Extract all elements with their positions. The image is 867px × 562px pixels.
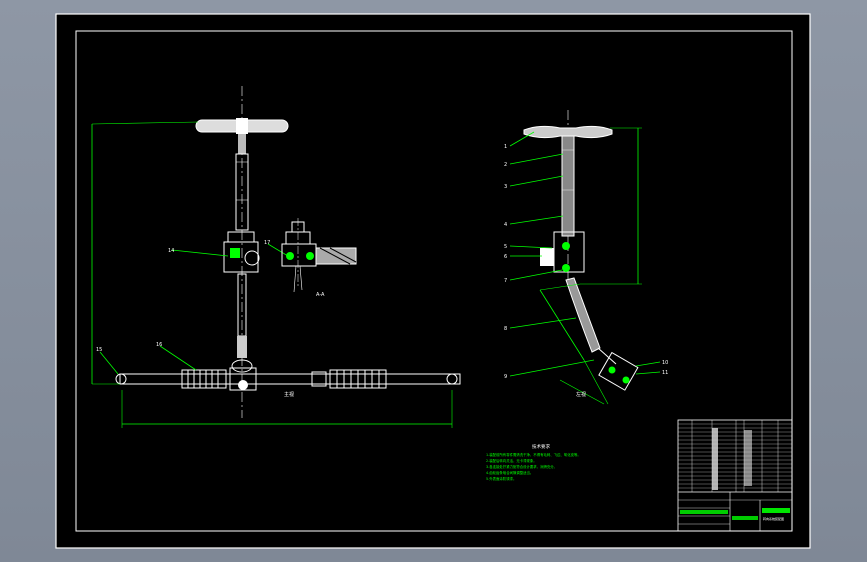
- drawing-canvas: 14 15 16 17 主视 A-A 1 2 3 4 5 6 7 8 9 10 …: [55, 13, 811, 549]
- bom-material-column: [744, 430, 752, 486]
- leader-number: 14: [168, 248, 174, 254]
- note-line: 1.装配前所有零件需清洗干净，不得有毛刺、飞边、氧化皮等。: [486, 452, 581, 457]
- note-line: 5.外表面涂防锈漆。: [486, 476, 516, 481]
- joint-marker: [622, 376, 630, 384]
- leader-number: 16: [156, 342, 162, 348]
- note-line: 4.齿轮齿条啮合间隙调整适当。: [486, 470, 533, 475]
- leader-number: 15: [96, 347, 102, 353]
- front-view-label: 主视: [284, 391, 294, 398]
- leader-number: 9: [504, 374, 507, 380]
- drawing-title: 转向系统装配图: [763, 516, 784, 521]
- wheel-hub: [236, 118, 248, 134]
- lower-shaft: [237, 336, 247, 358]
- signature-block: [680, 510, 728, 514]
- note-line: 3.各连接处拧紧力矩符合设计要求，润滑充分。: [486, 464, 557, 469]
- column-bracket: [540, 248, 554, 266]
- leader-number: 6: [504, 254, 507, 260]
- steering-column-side: [561, 135, 575, 237]
- leader-number: 8: [504, 326, 507, 332]
- leader-number: 7: [504, 278, 507, 284]
- leader-number: 11: [662, 370, 668, 376]
- company-block: [732, 516, 758, 520]
- drawing-title-block: [762, 508, 790, 513]
- joint-marker: [230, 248, 240, 258]
- section-marker: [286, 252, 294, 260]
- column-upper: [238, 134, 246, 154]
- joint-marker: [562, 264, 570, 272]
- rack-housing-boss: [238, 380, 248, 390]
- note-line: 2.装配后转向灵活，无卡滞现象。: [486, 458, 537, 463]
- joint-marker: [608, 366, 616, 374]
- leader-number: 2: [504, 162, 507, 168]
- bom-name-column: [712, 428, 718, 490]
- notes-title: 技术要求: [532, 443, 550, 450]
- section-label: A-A: [316, 292, 325, 298]
- leader-number: 1: [504, 144, 507, 150]
- leader-number: 4: [504, 222, 507, 228]
- section-marker: [306, 252, 314, 260]
- leader-number: 3: [504, 184, 507, 190]
- leader-number: 10: [662, 360, 668, 366]
- joint-marker: [562, 242, 570, 250]
- leader-number: 17: [264, 240, 270, 246]
- cad-viewport: 14 15 16 17 主视 A-A 1 2 3 4 5 6 7 8 9 10 …: [0, 0, 867, 562]
- leader-number: 5: [504, 244, 507, 250]
- side-view-label: 左视: [576, 391, 586, 398]
